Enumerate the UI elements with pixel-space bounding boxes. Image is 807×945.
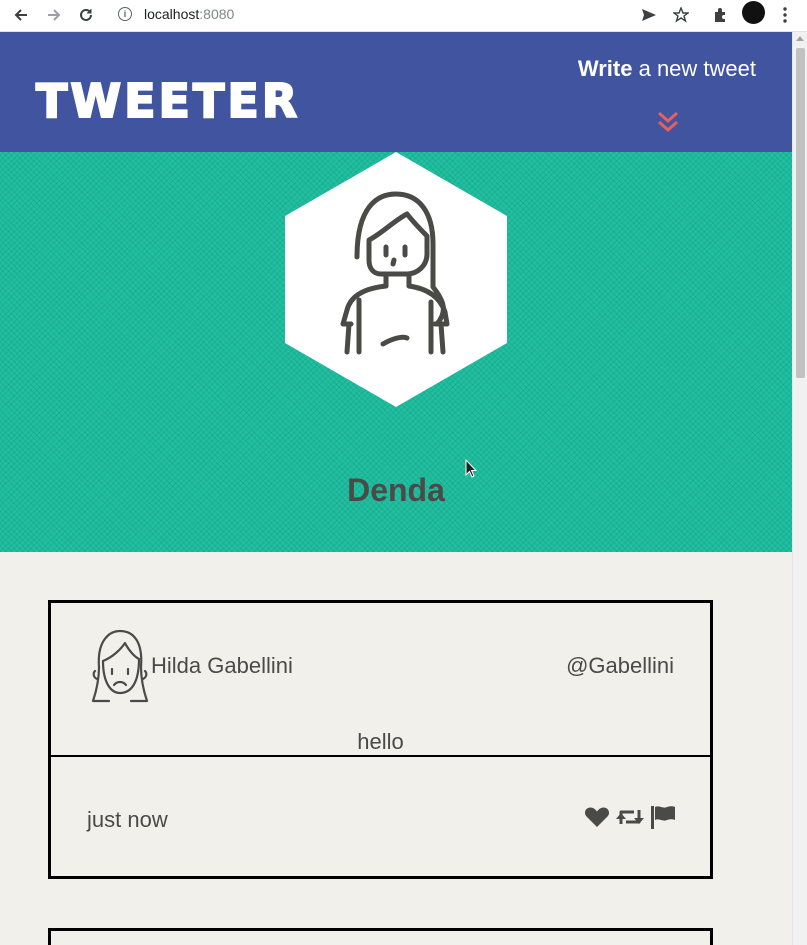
flag-icon[interactable] <box>650 805 676 829</box>
tweet-actions <box>584 805 676 829</box>
reload-icon[interactable] <box>75 4 97 26</box>
page-scrollbar[interactable] <box>792 32 807 945</box>
scroll-up-icon[interactable] <box>796 36 804 41</box>
profile-avatar-icon[interactable] <box>742 1 765 24</box>
profile-avatar <box>285 152 507 407</box>
retweet-icon[interactable] <box>616 806 644 828</box>
tweet-avatar-icon <box>91 629 149 703</box>
extensions-icon[interactable] <box>709 4 731 26</box>
tweet-author-name: Hilda Gabellini <box>151 653 293 678</box>
browser-toolbar: i localhost:8080 <box>0 0 807 32</box>
url-port: :8080 <box>199 6 235 22</box>
menu-dots-icon[interactable] <box>774 4 796 26</box>
logo[interactable]: TWEETER <box>35 77 300 125</box>
mouse-cursor-icon <box>465 459 477 478</box>
site-header: TWEETER Write a new tweet <box>0 32 792 152</box>
tweet-content: hello <box>357 729 404 754</box>
compose-label-bold: Write <box>577 56 633 81</box>
tweet-divider <box>51 755 710 757</box>
heart-icon[interactable] <box>584 806 610 828</box>
star-icon[interactable] <box>670 4 692 26</box>
compose-label-rest: a new tweet <box>632 56 756 81</box>
address-bar[interactable]: i localhost:8080 <box>108 0 698 28</box>
compose-tweet-link[interactable]: Write a new tweet <box>578 56 756 82</box>
back-icon[interactable] <box>10 4 32 26</box>
profile-banner: Denda <box>0 152 792 552</box>
tweet-card: Hilda Gabellini @Gabellini hello just no… <box>48 600 713 879</box>
tweet-timestamp: just now <box>87 807 168 832</box>
tweet-author-handle: @Gabellini <box>566 653 674 678</box>
url-host: localhost <box>144 6 200 22</box>
send-icon[interactable] <box>638 4 660 26</box>
tweet-card <box>48 928 713 945</box>
profile-name: Denda <box>347 472 445 508</box>
site-info-icon[interactable]: i <box>118 7 132 21</box>
tweet-header: Hilda Gabellini @Gabellini hello <box>51 603 710 755</box>
forward-icon[interactable] <box>43 4 65 26</box>
double-chevron-down-icon[interactable] <box>656 110 680 134</box>
scrollbar-thumb[interactable] <box>796 48 805 378</box>
